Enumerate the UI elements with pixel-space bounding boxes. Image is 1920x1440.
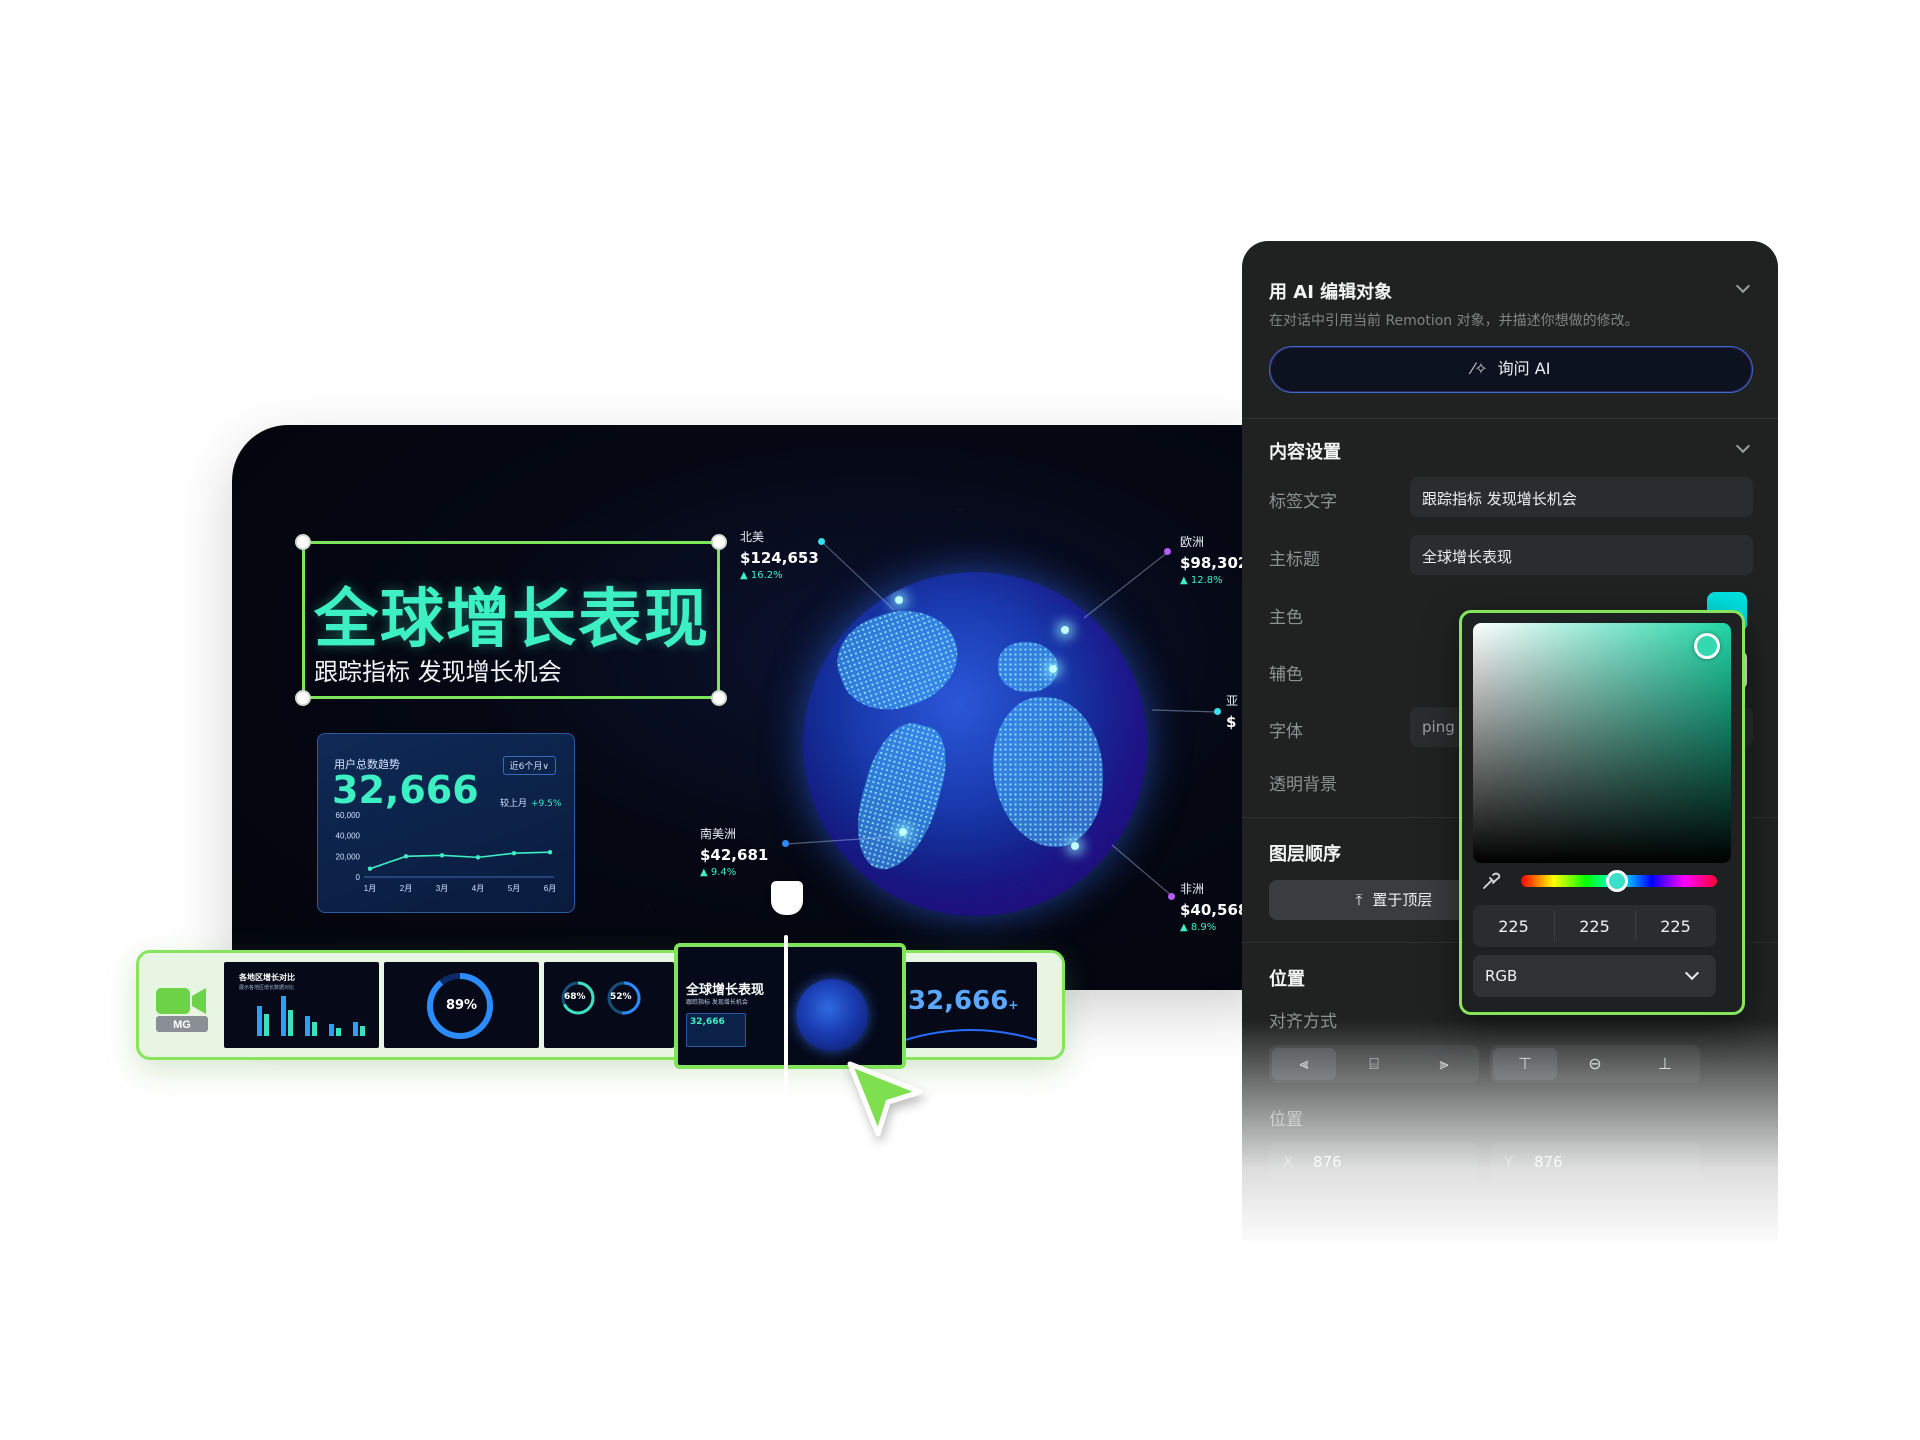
timeline-clip-3[interactable]: 68% 52% [544,962,674,1048]
region-marker-south-america [782,840,789,847]
region-connector-lines [785,541,1219,897]
region-label-asia: 亚 $ [1226,692,1238,734]
region-name: 亚 [1226,694,1239,708]
font-label: 字体 [1269,722,1303,742]
color-mode-value: RGB [1485,967,1518,985]
region-marker-africa [1168,893,1175,900]
pointer-cursor-icon [847,1061,923,1137]
ask-ai-label: 询问 AI [1497,359,1551,378]
region-label-north-america: 北美 $124,653 ▲ 16.2% [740,528,819,581]
label-text-label: 标签文字 [1269,492,1337,512]
region-value: $ [1226,713,1237,731]
region-label-south-america: 南美洲 $42,681 ▲ 9.4% [700,825,768,878]
timeline-clip-2[interactable]: 89% [384,962,539,1048]
region-name: 欧洲 [1180,535,1205,549]
clip-mini-value: 32,666 [690,1017,725,1027]
chevron-down-icon [1684,965,1700,981]
hue-slider-knob[interactable] [1606,870,1628,892]
magic-wand-icon: ⁄✧ [1471,359,1488,378]
region-marker-asia [1214,708,1221,715]
mg-badge-text: MG [173,1019,191,1031]
ai-section-title: 用 AI 编辑对象 [1269,282,1393,303]
clip-ring-b: 52% [610,992,632,1002]
region-marker-europe [1164,548,1171,555]
clip-big-value: 32,666+ [908,986,1018,1016]
clip-bar-graphic [257,996,365,1036]
clip-glow-arc [905,1029,1037,1041]
region-value: $40,568 [1180,901,1249,919]
bring-top-icon: ⤒ [1355,891,1363,909]
content-section-title: 内容设置 [1269,442,1341,463]
layer-section-title: 图层顺序 [1269,844,1341,865]
clip-ring-value: 89% [445,998,478,1013]
secondary-color-label: 辅色 [1269,665,1303,685]
clip-subtitle: 跟踪指标 发现增长机会 [686,999,748,1006]
clip-note: 展示各地区增长数据对比 [239,985,295,991]
bring-top-label: 置于顶层 [1372,891,1433,909]
transparent-bg-label: 透明背景 [1269,775,1337,795]
region-value: $98,302 [1180,554,1249,572]
ai-section-description: 在对话中引用当前 Remotion 对象，并描述你想做的修改。 [1269,313,1639,329]
rgb-inputs: 225 225 225 [1473,905,1716,947]
region-change: ▲ 9.4% [700,867,737,878]
saturation-knob[interactable] [1694,633,1720,659]
timeline-clip-1[interactable]: 各地区增长对比 展示各地区增长数据对比 [224,962,379,1048]
primary-color-label: 主色 [1269,608,1303,628]
clip-ring-a: 68% [564,992,586,1002]
region-name: 南美洲 [700,827,737,841]
region-value: $124,653 [740,549,819,567]
panel-bottom-fade [1242,1020,1778,1250]
clip-title: 各地区增长对比 [239,973,295,982]
clip-mini-card: 32,666 [686,1013,746,1047]
clip-title: 全球增长表现 [686,983,765,998]
clip-big-suffix: + [1008,998,1019,1012]
region-change: ▲ 8.9% [1180,922,1217,933]
clip-big-number: 32,666 [908,986,1009,1016]
region-change: ▲ 16.2% [740,570,783,581]
clip-globe [796,979,868,1051]
region-label-europe: 欧洲 $98,302 ▲ 12.8% [1180,533,1248,586]
timeline-clip-5[interactable]: 32,666+ [905,962,1037,1048]
region-label-africa: 非洲 $40,568 ▲ 8.9% [1180,880,1248,933]
eyedropper-icon[interactable] [1480,870,1502,892]
green-input[interactable]: 225 [1554,917,1635,936]
region-name: 非洲 [1180,882,1205,896]
color-mode-select[interactable]: RGB [1473,955,1716,997]
region-name: 北美 [740,530,765,544]
region-change: ▲ 12.8% [1180,575,1223,586]
timeline-playhead-handle[interactable] [771,881,803,915]
label-text-input[interactable]: 跟踪指标 发现增长机会 [1410,477,1753,517]
saturation-value-area[interactable] [1473,623,1731,863]
main-title-input[interactable]: 全球增长表现 [1410,535,1753,575]
motion-graphic-camera-icon: MG [156,988,208,1032]
main-title-label: 主标题 [1269,550,1320,570]
blue-input[interactable]: 225 [1635,917,1716,936]
timeline-playhead-line [784,935,788,1100]
ask-ai-button[interactable]: ⁄✧ 询问 AI [1269,346,1753,393]
region-marker-north-america [818,538,825,545]
position-section-title: 位置 [1269,969,1305,990]
red-input[interactable]: 225 [1473,917,1554,936]
timeline-clip-selected[interactable]: 全球增长表现 跟踪指标 发现增长机会 32,666 [674,943,906,1069]
region-value: $42,681 [700,846,769,864]
section-divider [1242,418,1778,419]
